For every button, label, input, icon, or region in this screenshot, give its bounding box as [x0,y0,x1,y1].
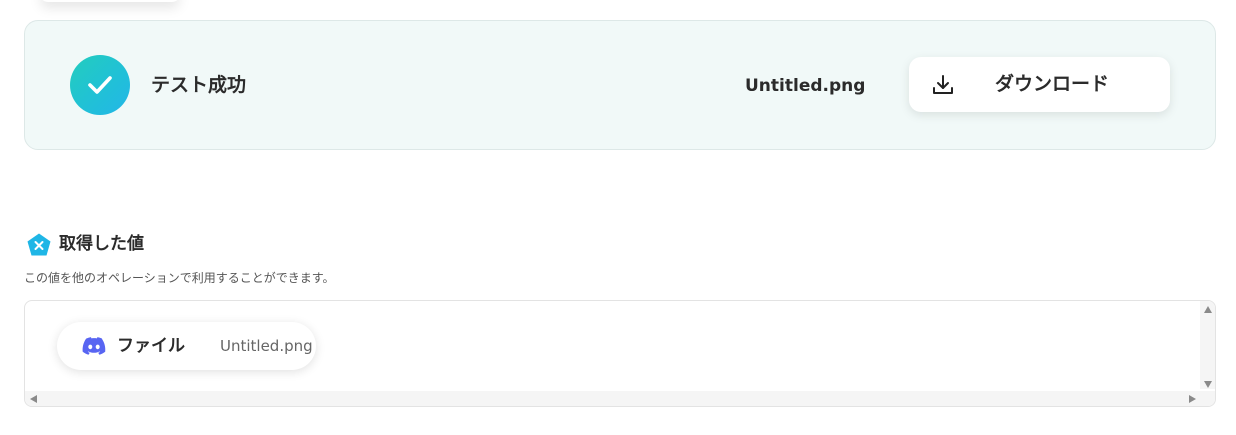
value-item-file[interactable]: ファイル Untitled.png [57,322,316,370]
download-button-label: ダウンロード [995,73,1110,95]
test-status-label: テスト成功 [151,74,247,96]
scroll-right-arrow-icon[interactable] [1189,395,1196,403]
download-icon [933,75,953,94]
value-item-value: Untitled.png [220,337,313,355]
discord-icon [82,337,106,355]
previous-card-edge [40,0,180,2]
vertical-scrollbar[interactable] [1200,301,1215,389]
values-section-title: 取得した値 [59,234,144,254]
x-pentagon-icon [27,233,51,256]
horizontal-scrollbar[interactable] [25,391,1215,406]
scroll-down-arrow-icon[interactable] [1204,381,1212,388]
values-scroll-box[interactable]: ファイル Untitled.png [24,300,1216,407]
value-item-label: ファイル [117,336,185,356]
scroll-up-arrow-icon[interactable] [1204,306,1212,313]
result-file-name: Untitled.png [745,76,866,96]
download-button[interactable]: ダウンロード [909,57,1170,112]
success-check-icon [70,55,130,115]
values-section-description: この値を他のオペレーションで利用することができます。 [24,271,335,285]
test-result-card: テスト成功 Untitled.png ダウンロード [24,20,1216,150]
scroll-left-arrow-icon[interactable] [30,395,37,403]
